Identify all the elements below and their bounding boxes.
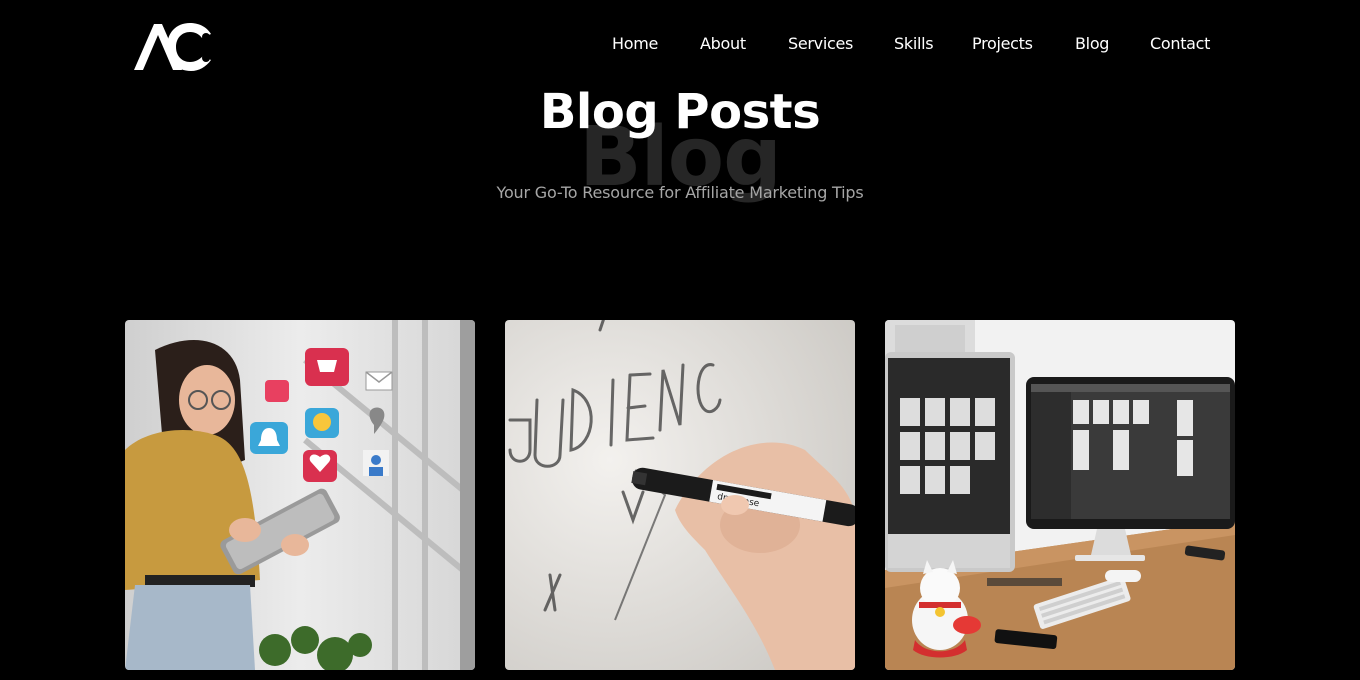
post-image-woman-tablet (125, 320, 475, 670)
nav-about[interactable]: About (700, 34, 746, 53)
blog-post-card-2[interactable]: dry erase (505, 320, 855, 670)
blog-post-card-3[interactable] (885, 320, 1235, 670)
nav-services[interactable]: Services (788, 34, 853, 53)
post-image-whiteboard: dry erase (505, 320, 855, 670)
nav-home[interactable]: Home (612, 34, 658, 53)
blog-post-card-1[interactable] (125, 320, 475, 670)
nav-blog[interactable]: Blog (1075, 34, 1109, 53)
page-title: Blog Posts (539, 84, 821, 140)
nav-projects[interactable]: Projects (972, 34, 1033, 53)
brand-logo[interactable] (132, 20, 216, 74)
nav-skills[interactable]: Skills (894, 34, 934, 53)
ac-logo-icon (134, 23, 211, 71)
post-image-desk-monitors (885, 320, 1235, 670)
page-subtitle: Your Go-To Resource for Affiliate Market… (496, 183, 864, 202)
nav-contact[interactable]: Contact (1150, 34, 1210, 53)
